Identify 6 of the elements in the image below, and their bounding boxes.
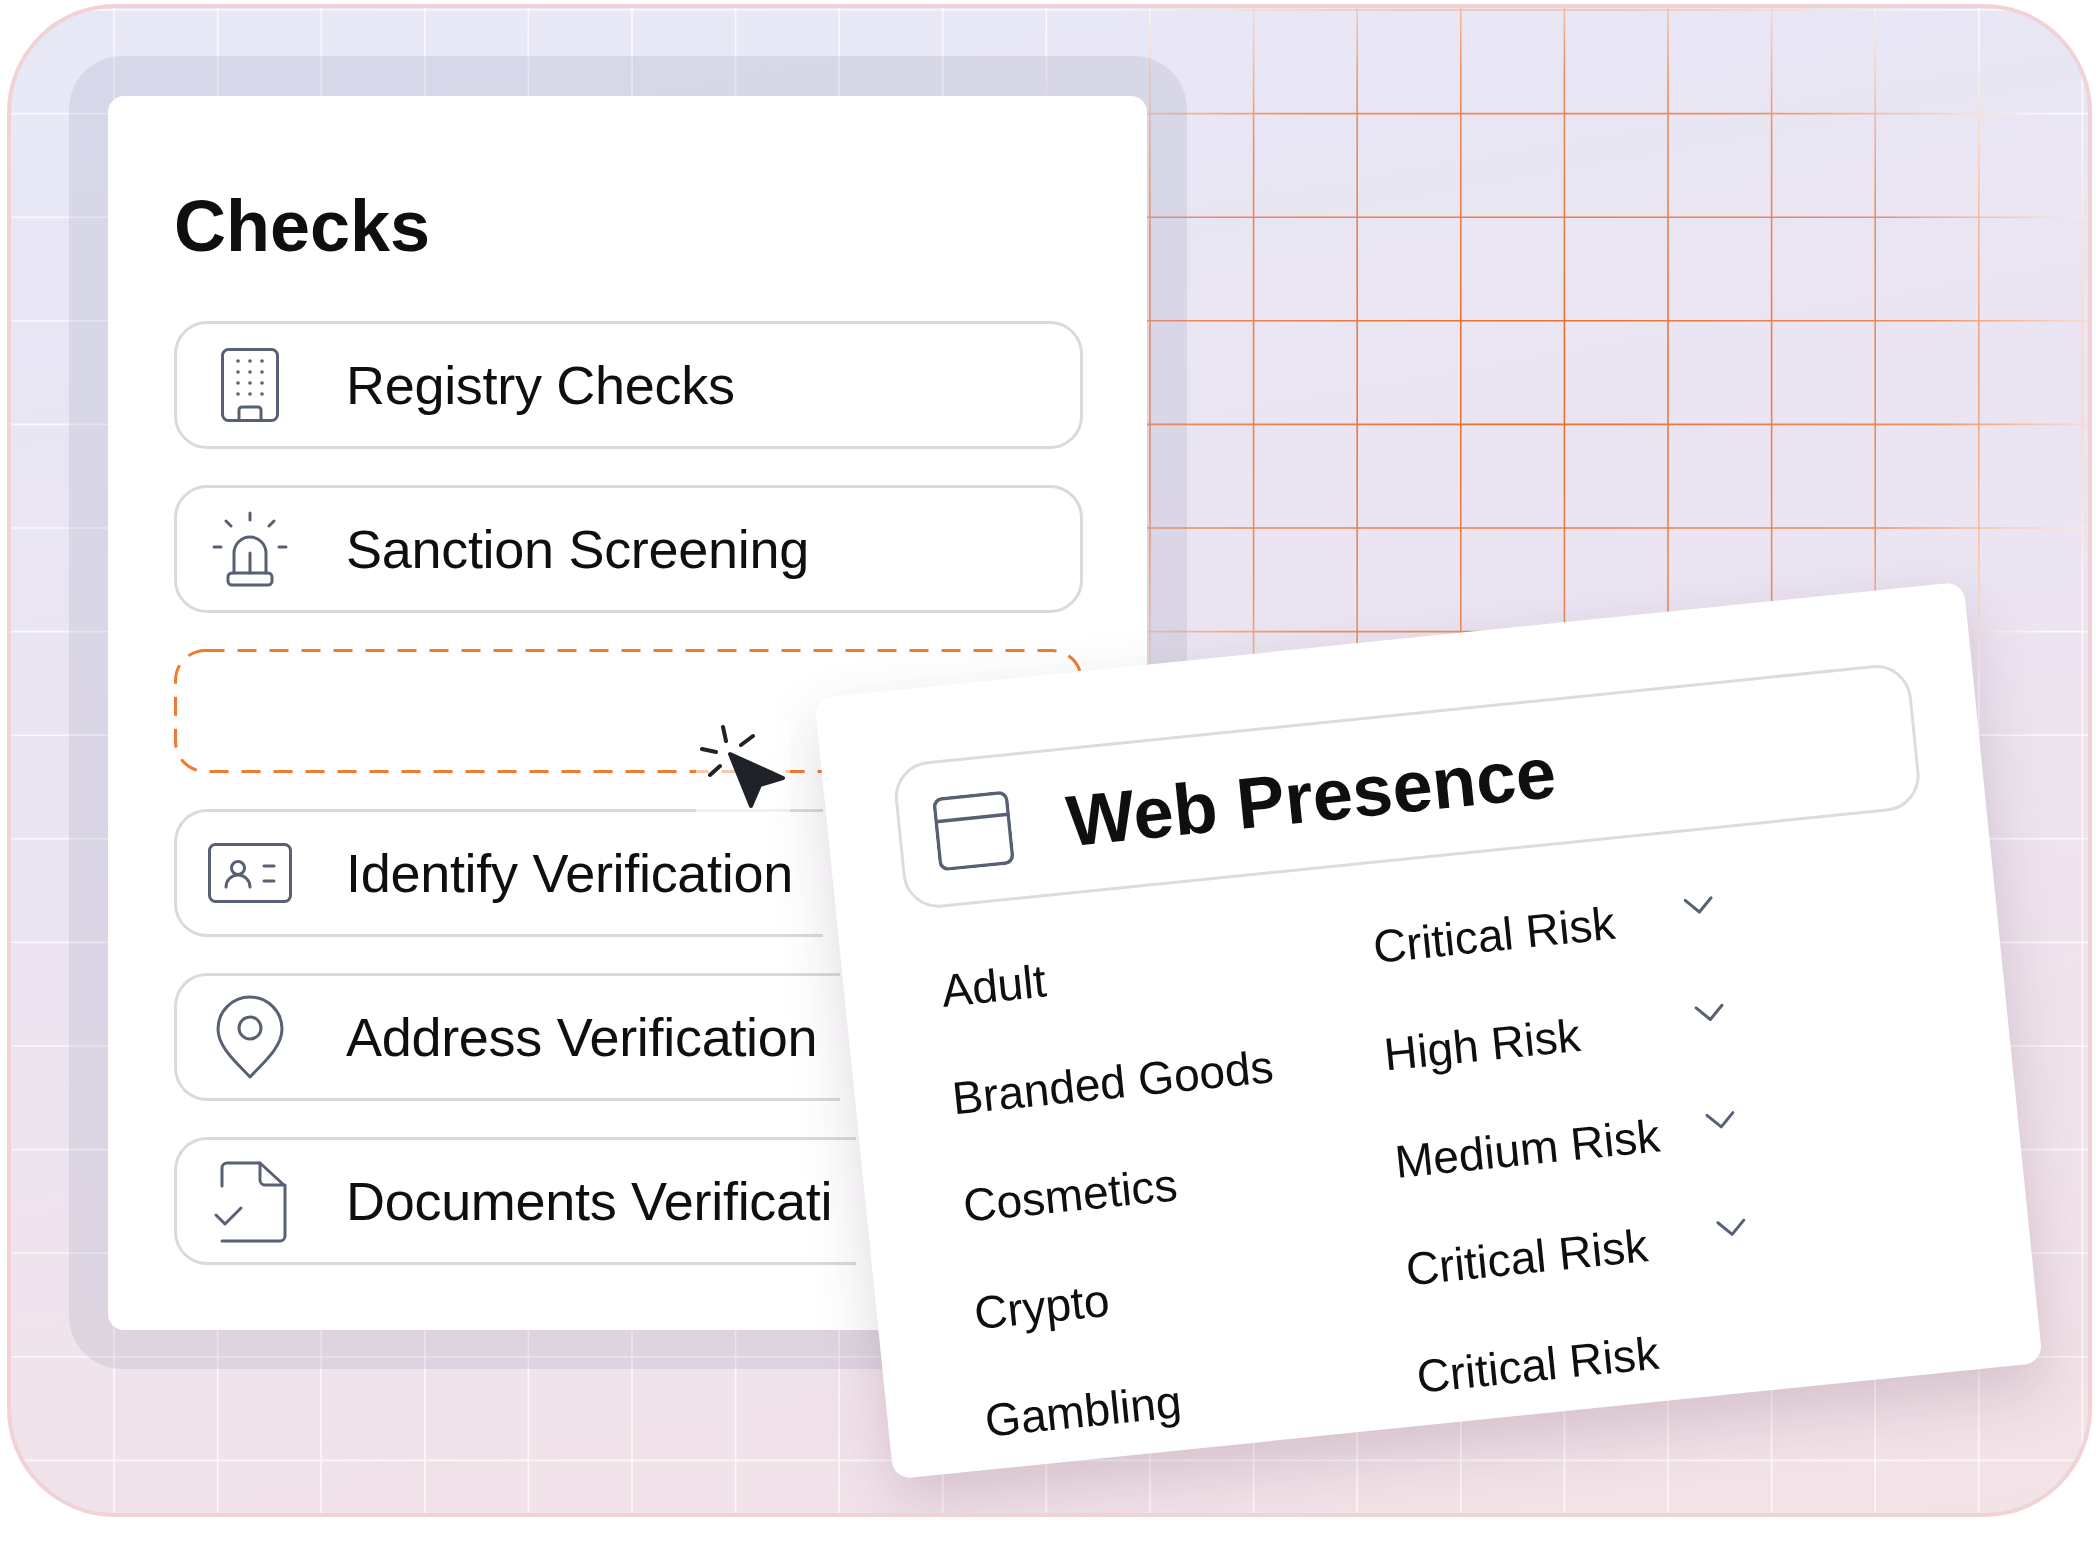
panel-title: Checks [174,190,431,262]
category-label: Branded Goods [949,1039,1276,1127]
category-label: Crypto [971,1272,1112,1342]
category-label: Adult [938,953,1049,1019]
category-label: Cosmetics [960,1157,1180,1234]
category-label: Gambling [982,1374,1184,1449]
